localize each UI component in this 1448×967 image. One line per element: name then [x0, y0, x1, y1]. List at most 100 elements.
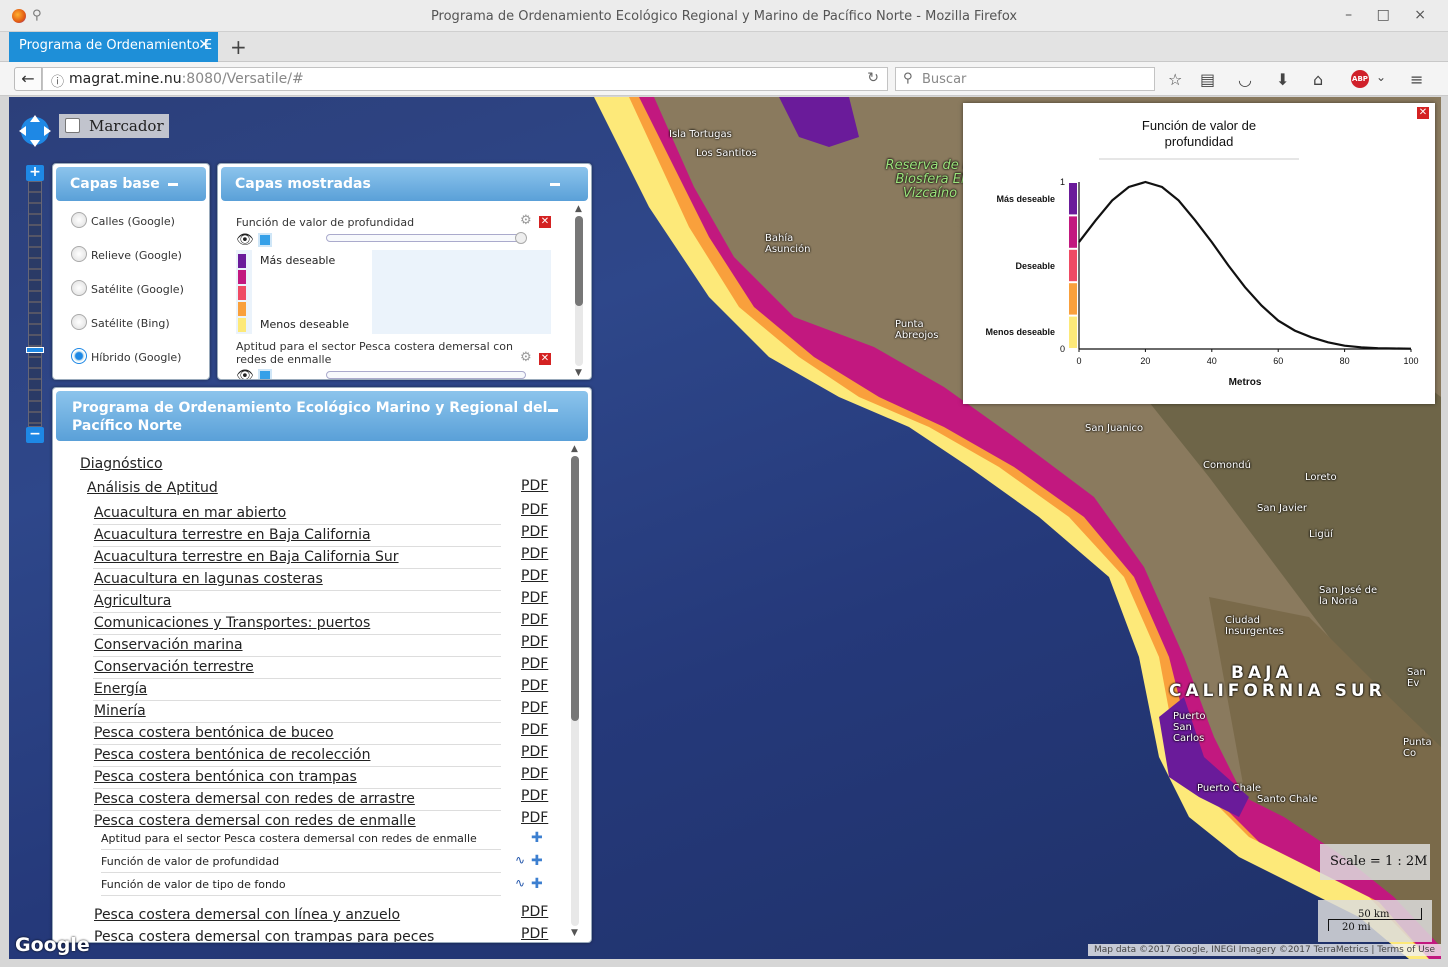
minimize-icon[interactable]	[548, 409, 558, 412]
pan-control[interactable]	[17, 113, 53, 149]
add-layer-icon[interactable]: ✚	[531, 876, 543, 892]
reading-list-icon[interactable]: ▤	[1200, 70, 1215, 89]
window-controls[interactable]: – □ ×	[1345, 7, 1436, 23]
capas-mostradas-header[interactable]: Capas mostradas	[221, 167, 588, 201]
sector-link[interactable]: Pesca costera demersal con trampas para …	[94, 929, 434, 942]
basemap-option-calles[interactable]: Calles (Google)	[71, 212, 175, 228]
pdf-link[interactable]: PDF	[521, 568, 548, 584]
pdf-link[interactable]: PDF	[521, 590, 548, 606]
pdf-link[interactable]: PDF	[521, 904, 548, 920]
back-button[interactable]: ←	[14, 67, 42, 91]
zoom-slider-track[interactable]	[26, 181, 44, 427]
eye-icon[interactable]: 👁	[236, 368, 254, 379]
chart-icon[interactable]: ∿	[515, 876, 525, 890]
sector-link[interactable]: Acuacultura terrestre en Baja California…	[94, 549, 399, 565]
radio-button[interactable]	[71, 280, 87, 296]
minimize-icon[interactable]	[168, 183, 178, 186]
adblock-icon[interactable]: ABP	[1351, 70, 1369, 88]
home-icon[interactable]: ⌂	[1313, 70, 1323, 89]
basemap-option-relieve[interactable]: Relieve (Google)	[71, 246, 182, 262]
close-tab-icon[interactable]: ✕	[198, 37, 210, 53]
pdf-link[interactable]: PDF	[521, 926, 548, 942]
sector-link[interactable]: Conservación marina	[94, 637, 243, 653]
sector-link[interactable]: Acuacultura en lagunas costeras	[94, 571, 323, 587]
tab-programa[interactable]: Programa de Ordenamiento E ✕	[9, 32, 218, 62]
remove-layer-icon[interactable]: ✕	[539, 353, 551, 365]
scrollbar-thumb[interactable]	[571, 456, 579, 721]
sector-link[interactable]: Acuacultura terrestre en Baja California	[94, 527, 371, 543]
sector-link[interactable]: Agricultura	[94, 593, 171, 609]
sector-link[interactable]: Conservación terrestre	[94, 659, 254, 675]
sector-link[interactable]: Pesca costera bentónica de recolección	[94, 747, 370, 763]
reload-icon[interactable]: ↻	[867, 70, 879, 86]
hamburger-menu-icon[interactable]: ≡	[1410, 70, 1423, 89]
radio-button[interactable]	[71, 212, 87, 228]
pdf-link[interactable]: PDF	[521, 744, 548, 760]
new-tab-button[interactable]: +	[230, 35, 247, 59]
zoom-in-button[interactable]: +	[26, 165, 44, 181]
pdf-link[interactable]: PDF	[521, 700, 548, 716]
chevron-down-icon[interactable]: ⌄	[1376, 70, 1386, 84]
sector-link[interactable]: Energía	[94, 681, 147, 697]
radio-button-selected[interactable]	[71, 348, 87, 364]
sector-link[interactable]: Pesca costera bentónica de buceo	[94, 725, 334, 741]
pdf-link[interactable]: PDF	[521, 524, 548, 540]
search-input[interactable]: ⚲ Buscar	[895, 67, 1155, 91]
sector-link[interactable]: Comunicaciones y Transportes: puertos	[94, 615, 370, 631]
sector-link[interactable]: Acuacultura en mar abierto	[94, 505, 286, 521]
radio-button[interactable]	[71, 314, 87, 330]
zoom-slider-thumb[interactable]	[26, 347, 44, 353]
pdf-link[interactable]: PDF	[521, 810, 548, 826]
pdf-link[interactable]: PDF	[521, 502, 548, 518]
pocket-icon[interactable]: ◡	[1238, 70, 1252, 89]
gear-icon[interactable]: ⚙	[520, 213, 532, 228]
basemap-option-satelite-bing[interactable]: Satélite (Bing)	[71, 314, 170, 330]
pdf-link[interactable]: PDF	[521, 478, 548, 494]
bookmark-star-icon[interactable]: ☆	[1168, 70, 1182, 89]
pdf-link[interactable]: PDF	[521, 788, 548, 804]
scroll-up-arrow[interactable]: ▲	[571, 444, 578, 454]
slider-knob[interactable]	[515, 232, 527, 244]
scrollbar[interactable]	[571, 456, 579, 926]
sub-layer-item[interactable]: Aptitud para el sector Pesca costera dem…	[101, 832, 477, 845]
diagnostico-link[interactable]: Diagnóstico	[80, 456, 163, 472]
gear-icon[interactable]: ⚙	[520, 350, 532, 365]
remove-layer-icon[interactable]: ✕	[539, 216, 551, 228]
capas-base-header[interactable]: Capas base	[56, 167, 206, 201]
pdf-link[interactable]: PDF	[521, 546, 548, 562]
basemap-option-satelite-google[interactable]: Satélite (Google)	[71, 280, 184, 296]
layer-visible-checkbox[interactable]	[258, 369, 272, 379]
layer-visible-checkbox[interactable]	[258, 233, 272, 247]
url-bar[interactable]: ⓘ magrat.mine.nu:8080/Versatile/# ↻	[42, 67, 888, 91]
marcador-toggle[interactable]: Marcador	[59, 114, 169, 138]
sub-layer-item[interactable]: Función de valor de tipo de fondo	[101, 878, 286, 891]
pdf-link[interactable]: PDF	[521, 678, 548, 694]
sub-layer-item[interactable]: Función de valor de profundidad	[101, 855, 279, 868]
sector-link[interactable]: Pesca costera bentónica con trampas	[94, 769, 357, 785]
map-attribution[interactable]: Map data ©2017 Google, INEGI Imagery ©20…	[1087, 944, 1441, 956]
download-icon[interactable]: ⬇	[1276, 70, 1289, 89]
zoom-out-button[interactable]: −	[26, 427, 44, 443]
eye-icon[interactable]: 👁	[236, 232, 254, 248]
radio-button[interactable]	[71, 246, 87, 262]
scroll-up-arrow[interactable]: ▲	[575, 204, 582, 214]
scrollbar[interactable]	[575, 216, 583, 366]
sector-link[interactable]: Minería	[94, 703, 146, 719]
minimize-icon[interactable]	[550, 183, 560, 186]
sector-link[interactable]: Pesca costera demersal con redes de enma…	[94, 813, 416, 829]
pdf-link[interactable]: PDF	[521, 634, 548, 650]
scroll-down-arrow[interactable]: ▼	[575, 368, 582, 378]
pdf-link[interactable]: PDF	[521, 766, 548, 782]
add-layer-icon[interactable]: ✚	[531, 830, 543, 846]
sector-link[interactable]: Pesca costera demersal con línea y anzue…	[94, 907, 400, 923]
opacity-slider[interactable]	[326, 371, 526, 379]
pdf-link[interactable]: PDF	[521, 656, 548, 672]
marcador-checkbox[interactable]	[65, 118, 80, 133]
chart-icon[interactable]: ∿	[515, 853, 525, 867]
programa-header[interactable]: Programa de Ordenamiento Ecológico Marin…	[56, 391, 588, 441]
pdf-link[interactable]: PDF	[521, 722, 548, 738]
pdf-link[interactable]: PDF	[521, 612, 548, 628]
map-view[interactable]: Isla Tortugas Los Santitos Reserva de la…	[9, 97, 1441, 959]
opacity-slider[interactable]	[326, 232, 527, 244]
scrollbar-thumb[interactable]	[575, 216, 583, 306]
